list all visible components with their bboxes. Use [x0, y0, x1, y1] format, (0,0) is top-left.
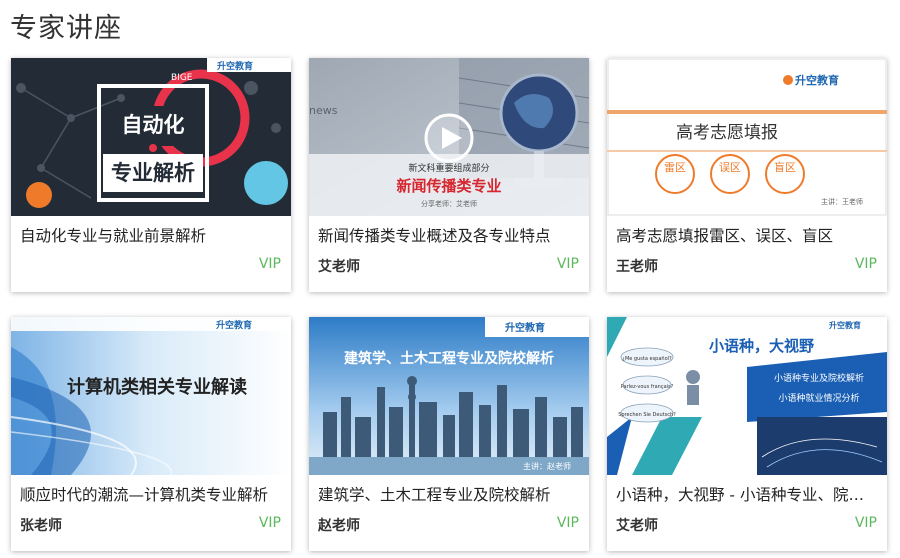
bubble-2: Parlez-vous français? [621, 384, 674, 390]
thumb-main: 小语种，大视野 [709, 337, 814, 355]
thumb-bullet-2: 小语种就业情况分析 [778, 392, 859, 404]
teacher-name: 张老师 [20, 518, 62, 534]
thumb-tag: BIGE [171, 73, 193, 83]
thumb-main: 建筑学、土木工程专业及院校解析 [344, 350, 554, 367]
thumb-sub: 新文科重要组成部分 [408, 162, 489, 174]
lecture-thumbnail[interactable]: 升空教育 建筑学、土木工程专业及院校解析 主讲：赵老师 [309, 317, 589, 475]
lecture-card-gaokao[interactable]: 升空教育 高考志愿填报 雷区 误区 盲区 主讲：王老师 高考志愿填报雷区、误区、… [607, 58, 887, 292]
lecture-thumbnail[interactable]: news 新文科重要组成部分 新闻传播类专业 分享老师：艾老师 [309, 58, 589, 216]
lecture-card-computer[interactable]: 升空教育 计算机类相关专业解读 顺应时代的潮流—计算机类专业解析 张老师 VIP [11, 317, 291, 551]
teacher-name: 赵老师 [318, 518, 360, 534]
brand-logo: 升空教育 [795, 73, 839, 87]
lecture-title[interactable]: 高考志愿填报雷区、误区、盲区 [616, 224, 878, 246]
brand-logo: 升空教育 [829, 320, 861, 330]
lecture-title[interactable]: 建筑学、土木工程专业及院校解析 [318, 483, 580, 505]
bubble-3: Sprechen Sie Deutsch? [618, 412, 676, 418]
lecture-card-journalism[interactable]: news 新文科重要组成部分 新闻传播类专业 分享老师：艾老师 新闻传播类专业概… [309, 58, 589, 292]
vip-badge: VIP [258, 515, 281, 531]
lecture-thumbnail[interactable]: ¿Me gusta español? Parlez-vous français?… [607, 317, 887, 475]
lecture-title[interactable]: 自动化专业与就业前景解析 [20, 224, 282, 246]
lecture-thumbnail[interactable]: 升空教育 计算机类相关专业解读 [11, 317, 291, 475]
circle-1: 雷区 [664, 161, 686, 174]
vip-badge: VIP [556, 515, 579, 531]
brand-logo: 升空教育 [216, 319, 252, 331]
teacher-name: 王老师 [616, 259, 658, 275]
thumb-line1: 自动化 [122, 113, 185, 137]
lecture-title[interactable]: 顺应时代的潮流—计算机类专业解析 [20, 483, 282, 505]
thumb-foot: 主讲：王老师 [821, 197, 863, 206]
lecture-thumbnail[interactable]: 自动化 专业解析 BIGE 升空教育 [11, 58, 291, 216]
lecture-card-automation[interactable]: 自动化 专业解析 BIGE 升空教育 自动化专业与就业前景解析 VIP [11, 58, 291, 292]
section-title: 专家讲座 [10, 13, 122, 44]
thumb-foot: 主讲：赵老师 [523, 461, 571, 471]
lecture-thumbnail[interactable]: 升空教育 高考志愿填报 雷区 误区 盲区 主讲：王老师 [607, 58, 887, 216]
thumb-foot: 分享老师：艾老师 [421, 199, 477, 208]
brand-logo: 升空教育 [505, 321, 545, 334]
vip-badge: VIP [854, 515, 877, 531]
circle-2: 误区 [719, 161, 741, 174]
brand-logo: 升空教育 [217, 60, 253, 72]
circle-3: 盲区 [774, 160, 796, 174]
vip-badge: VIP [258, 256, 281, 272]
teacher-name: 艾老师 [318, 259, 360, 275]
thumb-bullet-1: 小语种专业及院校解析 [774, 372, 864, 384]
bubble-1: ¿Me gusta español? [622, 356, 672, 362]
thumb-line2: 专业解析 [111, 161, 195, 185]
teacher-name: 艾老师 [616, 518, 658, 534]
thumb-main: 新闻传播类专业 [396, 177, 501, 195]
thumb-main: 计算机类相关专业解读 [67, 376, 247, 398]
vip-badge: VIP [854, 256, 877, 272]
lecture-title[interactable]: 小语种，大视野 - 小语种专业、院校解析 [616, 483, 878, 505]
lecture-card-architecture[interactable]: 升空教育 建筑学、土木工程专业及院校解析 主讲：赵老师 建筑学、土木工程专业及院… [309, 317, 589, 551]
lecture-title[interactable]: 新闻传播类专业概述及各专业特点 [318, 224, 580, 246]
thumb-heading: 高考志愿填报 [676, 123, 778, 143]
vip-badge: VIP [556, 256, 579, 272]
lecture-card-languages[interactable]: ¿Me gusta español? Parlez-vous français?… [607, 317, 887, 551]
thumb-word: news [309, 104, 338, 117]
